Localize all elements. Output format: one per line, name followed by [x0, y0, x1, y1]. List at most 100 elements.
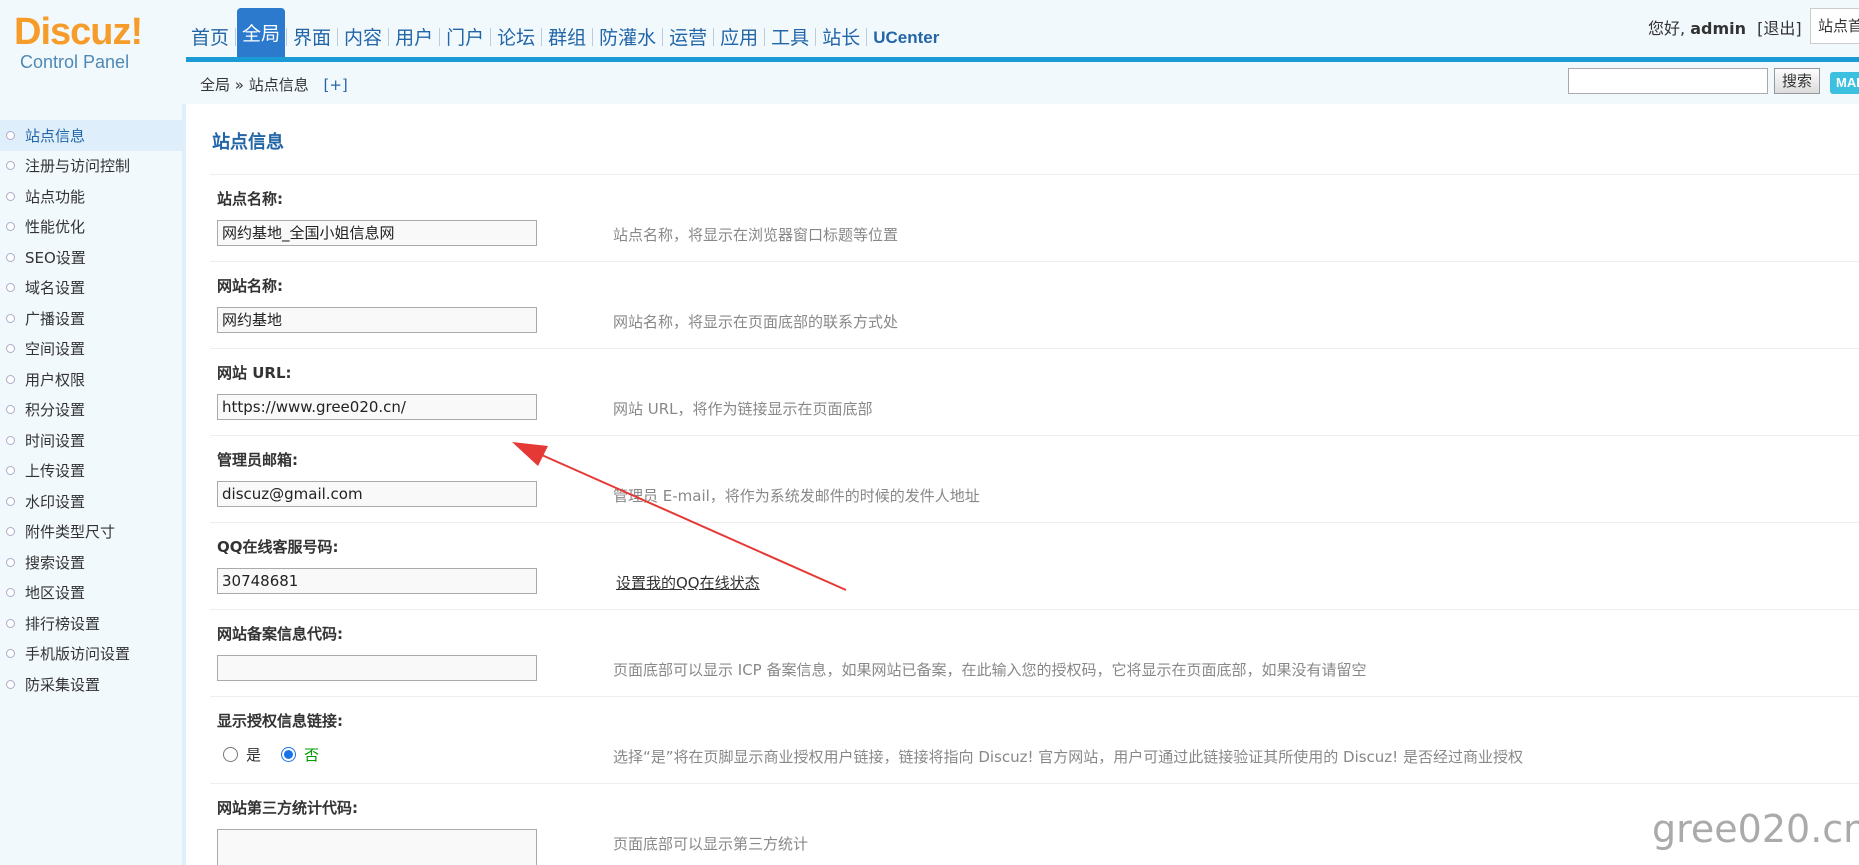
- icp-input[interactable]: [217, 655, 537, 681]
- sidebar-item-broadcast[interactable]: 广播设置: [0, 303, 182, 334]
- nav-groups[interactable]: 群组: [543, 14, 591, 58]
- bullet-icon: [6, 496, 15, 506]
- sidebar-item-watermark[interactable]: 水印设置: [0, 486, 182, 517]
- field-web-url: 网站 URL: https://www.gree020.cn/ 网站 URL，将…: [190, 349, 1859, 436]
- main-content: 站点信息 站点名称: 网约基地_全国小姐信息网 站点名称，将显示在浏览器窗口标题…: [190, 104, 1859, 865]
- qq-status-link[interactable]: 设置我的QQ在线状态: [616, 572, 760, 593]
- nav-webmaster[interactable]: 站长: [817, 14, 865, 58]
- field-qq: QQ在线客服号码: 30748681 设置我的QQ在线状态: [190, 523, 1859, 610]
- sidebar-item-label: 广播设置: [25, 309, 86, 328]
- sidebar-item-time[interactable]: 时间设置: [0, 425, 182, 456]
- sidebar-item-label: 手机版访问设置: [25, 645, 131, 664]
- search-input[interactable]: [1568, 68, 1768, 94]
- username: admin: [1690, 19, 1746, 38]
- sidebar-menu: 站点信息 注册与访问控制 站点功能 性能优化 SEO设置 域名设置 广播设置 空…: [0, 120, 182, 700]
- sidebar-item-anti-scrape[interactable]: 防采集设置: [0, 669, 182, 700]
- sidebar-item-credits[interactable]: 积分设置: [0, 395, 182, 426]
- sidebar-item-site-info[interactable]: 站点信息: [0, 120, 182, 151]
- nav-portal[interactable]: 门户: [441, 14, 489, 58]
- sidebar-item-register-access[interactable]: 注册与访问控制: [0, 151, 182, 182]
- stats-code-textarea[interactable]: [217, 829, 537, 865]
- sidebar-item-label: 注册与访问控制: [25, 157, 131, 176]
- radio-circle-icon: [223, 747, 238, 762]
- nav-interface[interactable]: 界面: [288, 14, 336, 58]
- sidebar-item-search[interactable]: 搜索设置: [0, 547, 182, 578]
- radio-yes[interactable]: 是: [223, 744, 261, 765]
- nav-tools[interactable]: 工具: [766, 14, 814, 58]
- sidebar-item-user-permissions[interactable]: 用户权限: [0, 364, 182, 395]
- nav-forum[interactable]: 论坛: [492, 14, 540, 58]
- nav-separator: [490, 28, 492, 46]
- site-home-link[interactable]: 站点首页: [1810, 8, 1859, 44]
- sidebar-item-ranking[interactable]: 排行榜设置: [0, 608, 182, 639]
- nav-ucenter[interactable]: UCenter: [868, 14, 944, 58]
- sidebar-item-domain[interactable]: 域名设置: [0, 273, 182, 304]
- field-stats-code: 网站第三方统计代码: 页面底部可以显示第三方统计: [190, 784, 1859, 865]
- nav-users[interactable]: 用户: [390, 14, 438, 58]
- field-web-name: 网站名称: 网约基地 网站名称，将显示在页面底部的联系方式处: [190, 262, 1859, 349]
- qq-input[interactable]: 30748681: [217, 568, 537, 594]
- sidebar-item-site-features[interactable]: 站点功能: [0, 181, 182, 212]
- sidebar-item-region[interactable]: 地区设置: [0, 578, 182, 609]
- field-tip: 管理员 E-mail，将作为系统发邮件的时候的发件人地址: [613, 487, 980, 505]
- admin-email-input[interactable]: discuz@gmail.com: [217, 481, 537, 507]
- sidebar-item-label: 空间设置: [25, 340, 86, 359]
- nav-content[interactable]: 内容: [339, 14, 387, 58]
- field-tip: 站点名称，将显示在浏览器窗口标题等位置: [613, 226, 899, 244]
- sidebar-item-label: 用户权限: [25, 370, 86, 389]
- field-tip: 选择“是”将在页脚显示商业授权用户链接，链接将指向 Discuz! 官方网站，用…: [613, 748, 1523, 766]
- bullet-icon: [6, 161, 15, 171]
- search-button[interactable]: 搜索: [1774, 68, 1820, 94]
- add-shortcut-link[interactable]: [+]: [324, 76, 348, 94]
- nav-operations[interactable]: 运营: [664, 14, 712, 58]
- nav-antispam[interactable]: 防灌水: [594, 14, 661, 58]
- web-name-input[interactable]: 网约基地: [217, 307, 537, 333]
- nav-apps[interactable]: 应用: [715, 14, 763, 58]
- nav-home[interactable]: 首页: [186, 14, 234, 58]
- breadcrumb: 全局 » 站点信息 [+]: [200, 74, 348, 95]
- sidebar-item-label: 搜索设置: [25, 553, 86, 572]
- sidebar-item-label: 时间设置: [25, 431, 86, 450]
- field-site-name: 站点名称: 网约基地_全国小姐信息网 站点名称，将显示在浏览器窗口标题等位置: [190, 175, 1859, 262]
- map-button[interactable]: MAP: [1830, 72, 1859, 94]
- breadcrumb-text: 全局 » 站点信息: [200, 76, 309, 94]
- field-label: 站点名称:: [217, 190, 283, 208]
- sidebar-item-attachment-types[interactable]: 附件类型尺寸: [0, 517, 182, 548]
- sidebar-item-performance[interactable]: 性能优化: [0, 212, 182, 243]
- sidebar: 站点信息 注册与访问控制 站点功能 性能优化 SEO设置 域名设置 广播设置 空…: [0, 104, 186, 865]
- sidebar-item-label: 域名设置: [25, 279, 86, 298]
- logo-subtitle: Control Panel: [20, 52, 130, 72]
- sidebar-item-space[interactable]: 空间设置: [0, 334, 182, 365]
- sidebar-item-label: 地区设置: [25, 584, 86, 603]
- sub-header: 全局 » 站点信息 [+] 搜索 MAP: [186, 62, 1859, 104]
- site-name-input[interactable]: 网约基地_全国小姐信息网: [217, 220, 537, 246]
- bullet-icon: [6, 283, 15, 293]
- bullet-icon: [6, 405, 15, 415]
- sidebar-item-label: SEO设置: [25, 248, 86, 267]
- discuz-logo[interactable]: Discuz! Control Panel: [14, 11, 143, 72]
- bullet-icon: [6, 313, 15, 323]
- bullet-icon: [6, 466, 15, 476]
- bullet-icon: [6, 435, 15, 445]
- web-url-input[interactable]: https://www.gree020.cn/: [217, 394, 537, 420]
- sidebar-item-mobile[interactable]: 手机版访问设置: [0, 639, 182, 670]
- sidebar-item-seo[interactable]: SEO设置: [0, 242, 182, 273]
- sidebar-item-label: 站点功能: [25, 187, 86, 206]
- nav-global[interactable]: 全局: [237, 8, 286, 58]
- sidebar-item-label: 排行榜设置: [25, 614, 101, 633]
- sidebar-item-label: 上传设置: [25, 462, 86, 481]
- nav-separator: [388, 28, 390, 46]
- sidebar-item-upload[interactable]: 上传设置: [0, 456, 182, 487]
- bullet-icon: [6, 588, 15, 598]
- field-label: QQ在线客服号码:: [217, 538, 339, 556]
- sidebar-item-label: 防采集设置: [25, 675, 101, 694]
- user-area: 您好, admin [退出]: [1648, 15, 1802, 39]
- logo-word: Discuz!: [14, 11, 143, 53]
- radio-label: 是: [246, 746, 262, 764]
- radio-no[interactable]: 否: [281, 744, 319, 765]
- sidebar-item-label: 附件类型尺寸: [25, 523, 116, 542]
- bullet-icon: [6, 374, 15, 384]
- logout-link[interactable]: [退出]: [1757, 19, 1802, 38]
- field-tip: 网站名称，将显示在页面底部的联系方式处: [613, 313, 899, 331]
- field-license-link: 显示授权信息链接: 是 否 选择“是”将在页脚显示商业授权用户链接，链接将指向 …: [190, 697, 1859, 784]
